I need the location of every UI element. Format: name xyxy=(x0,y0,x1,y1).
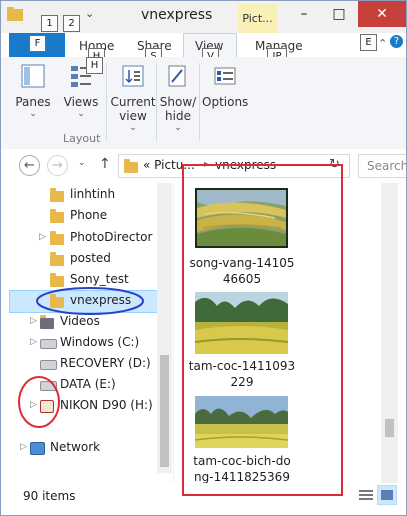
nav-item-label: linhtinh xyxy=(70,187,116,201)
nav-item[interactable]: ▷ Network xyxy=(1,437,169,458)
annotation-blue-ellipse xyxy=(36,287,144,315)
nav-item-label: Windows (C:) xyxy=(60,335,140,349)
nav-item-label: NIKON D90 (H:) xyxy=(60,398,153,412)
drive-icon xyxy=(40,339,57,349)
expand-chevron-icon[interactable]: ▷ xyxy=(30,332,37,353)
show-hide-label: Show/ hide xyxy=(159,95,197,123)
drive-icon xyxy=(40,360,57,370)
nav-item-label: PhotoDirector xyxy=(70,230,153,244)
network-icon xyxy=(30,442,45,455)
options-label: Options xyxy=(202,95,249,109)
keytip-qat-2: 2 xyxy=(63,15,80,32)
up-button[interactable]: ↑ xyxy=(99,156,111,172)
expand-ribbon-icon[interactable]: ⌃ xyxy=(378,37,387,50)
expand-chevron-icon[interactable]: ▷ xyxy=(20,437,27,458)
nav-item-label: posted xyxy=(70,251,111,265)
keytip-qat-1: 1 xyxy=(41,15,58,32)
show-hide-dropdown-icon: ⌄ xyxy=(174,123,182,133)
panes-dropdown-icon: ⌄ xyxy=(29,109,37,119)
ribbon-separator xyxy=(156,63,157,141)
folder-icon xyxy=(50,209,64,223)
window-title: vnexpress xyxy=(141,7,213,23)
nav-item[interactable]: RECOVERY (D:) xyxy=(1,353,169,374)
nav-item[interactable]: posted xyxy=(1,248,169,269)
large-icons-view-icon[interactable] xyxy=(377,485,397,505)
maximize-button[interactable]: □ xyxy=(324,1,354,27)
nav-item-label: Phone xyxy=(70,208,108,222)
nav-scrollbar[interactable] xyxy=(157,183,172,473)
options-icon xyxy=(214,67,236,85)
show-hide-icon xyxy=(168,65,186,87)
minimize-button[interactable]: – xyxy=(284,1,324,27)
show-hide-button[interactable]: Show/ hide ⌄ xyxy=(158,61,198,135)
tab-file[interactable]: F xyxy=(9,33,65,57)
nav-item[interactable]: Phone xyxy=(1,205,169,226)
close-button[interactable]: ✕ xyxy=(358,1,406,27)
files-scrollbar-thumb[interactable] xyxy=(385,419,394,437)
keytip-views: H xyxy=(86,57,103,74)
picture-tools-tab[interactable]: Pict... xyxy=(238,4,277,33)
help-icon[interactable]: ? xyxy=(390,35,403,48)
folder-icon xyxy=(50,188,64,202)
search-input[interactable]: Search xyxy=(358,154,406,178)
folder-icon xyxy=(50,252,64,266)
views-label: Views xyxy=(63,95,99,109)
nav-item-label: RECOVERY (D:) xyxy=(60,356,151,370)
views-button[interactable]: H Views ⌄ xyxy=(61,57,103,135)
item-count: 90 items xyxy=(23,489,76,503)
views-dropdown-icon: ⌄ xyxy=(77,109,85,119)
panes-label: Panes xyxy=(15,95,51,109)
nav-item[interactable]: linhtinh xyxy=(1,184,169,205)
current-view-label: Current view xyxy=(110,95,156,123)
files-scrollbar[interactable] xyxy=(381,183,398,483)
folder-icon xyxy=(124,159,138,173)
folder-icon[interactable] xyxy=(7,7,23,21)
current-view-dropdown-icon: ⌄ xyxy=(129,123,137,133)
ribbon-separator xyxy=(199,63,200,141)
nav-item-label: DATA (E:) xyxy=(60,377,116,391)
sort-icon xyxy=(122,65,144,87)
panes-icon xyxy=(21,64,45,88)
folder-icon xyxy=(50,231,64,245)
qat-dropdown-icon[interactable]: ⌄ xyxy=(85,7,94,20)
annotation-red-rectangle xyxy=(182,164,343,496)
recent-locations-icon[interactable]: ⌄ xyxy=(78,158,86,168)
videos-folder-icon xyxy=(40,315,54,329)
forward-button[interactable]: → xyxy=(47,155,68,176)
keytip-expand: E xyxy=(360,34,377,51)
nav-item-label: Network xyxy=(50,440,101,454)
current-view-button[interactable]: Current view ⌄ xyxy=(110,61,156,135)
explorer-window: 1 2 ⌄ vnexpress Pict... – □ ✕ F Home H S… xyxy=(0,0,407,516)
back-button[interactable]: ← xyxy=(19,155,40,176)
nav-item[interactable]: ▷ Windows (C:) xyxy=(1,332,169,353)
details-view-icon[interactable] xyxy=(358,487,374,503)
ribbon-separator xyxy=(106,63,107,141)
options-button[interactable]: Options xyxy=(202,61,248,135)
keytip-file: F xyxy=(29,35,46,52)
layout-group-label: Layout xyxy=(63,132,101,145)
nav-scrollbar-thumb[interactable] xyxy=(160,355,169,467)
panes-button[interactable]: Panes ⌄ xyxy=(11,61,55,135)
nav-item[interactable]: ▷ PhotoDirector xyxy=(1,227,169,248)
annotation-red-circle xyxy=(18,376,60,428)
title-bar: 1 2 ⌄ vnexpress Pict... – □ ✕ xyxy=(1,1,406,33)
pane-divider xyxy=(173,183,174,483)
expand-chevron-icon[interactable]: ▷ xyxy=(39,227,46,248)
